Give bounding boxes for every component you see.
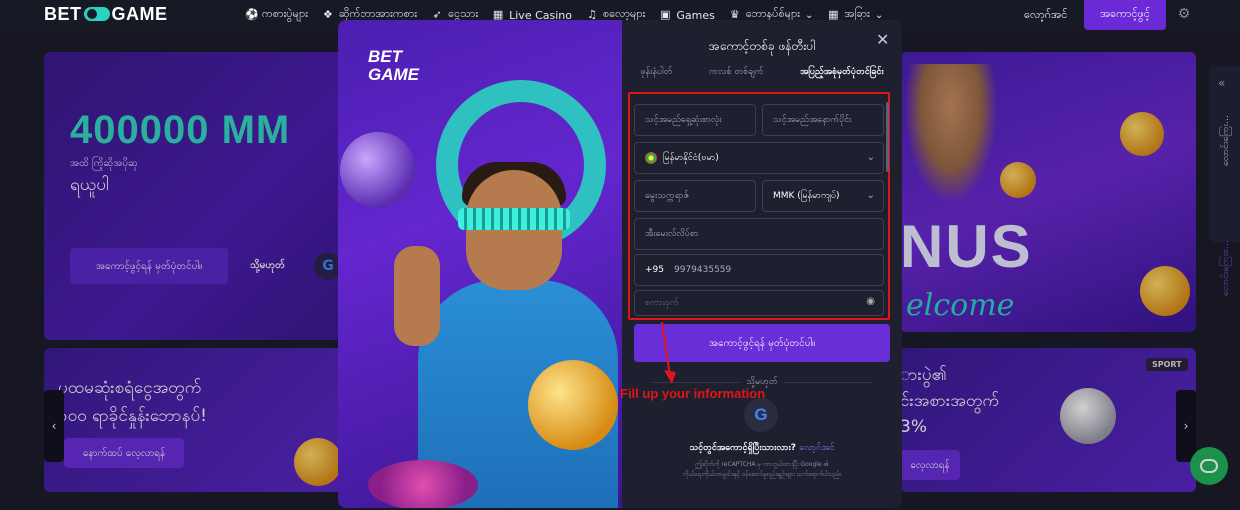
annotation-text: Fill up your information (620, 386, 766, 401)
close-icon[interactable]: ✕ (876, 30, 889, 49)
registration-modal: BET GAME အကောင့်တစ်ခု ဖန်တီးပါ ✕ ဖုန်းနံ… (338, 20, 902, 508)
form-title: အကောင့်တစ်ခု ဖန်တီးပါ (708, 39, 816, 53)
smiling-man-image (418, 162, 618, 508)
chevron-down-icon: ⌄ (866, 152, 875, 163)
myanmar-flag-icon (645, 152, 657, 164)
face (466, 170, 562, 290)
recaptcha-notice: ဤဆိုက်ကို reCAPTCHA မှ ကာကွယ်ထားပြီး Goo… (642, 460, 882, 480)
phone-value: 9979435559 (674, 265, 732, 275)
modal-promo-art: BET GAME (338, 20, 622, 508)
tab-one-click[interactable]: ကလစ် တစ်ချက် (709, 66, 763, 79)
have-account-question: သင့်တွင်အကောင့်ရှိပြီးသားလား? (689, 443, 796, 453)
peace-sign-hand (394, 246, 440, 346)
birthdate-placeholder: မွေးသက္ကရာဇ် (645, 190, 690, 201)
annotation-arrow-head (664, 370, 676, 384)
modal-logo-line-2: GAME (368, 65, 419, 84)
currency-value: MMK (မြန်မာကျပ်) (773, 190, 840, 201)
logo-on-toggle-icon (83, 7, 110, 21)
party-glasses (458, 208, 570, 230)
registration-tabs: ဖုန်းနံပါတ် ကလစ် တစ်ချက် အပြည့်အစုံမှတ်ပ… (622, 66, 902, 79)
last-name-placeholder: သင့်အမည်အနောက်ပိုင်း (773, 114, 852, 125)
annotation-arrow-line (661, 321, 671, 377)
tab-phone[interactable]: ဖုန်းနံပါတ် (640, 66, 672, 79)
modal-login-link[interactable]: လော့ဂ်အင် (799, 443, 834, 453)
phone-field[interactable]: +95 9979435559 (634, 254, 884, 286)
dice-icon: ❖ (322, 8, 333, 21)
eye-icon[interactable]: ◉ (866, 296, 875, 307)
form-scrollbar[interactable] (886, 102, 889, 172)
recaptcha-line-2: ကိုယ်ရေးကိုယ်တာမူဝါဒနှင့် ဝန်ဆောင်မှုစည်… (682, 471, 842, 478)
modal-logo: BET GAME (368, 48, 419, 84)
have-account-text: သင့်တွင်အကောင့်ရှိပြီးသားလား? လော့ဂ်အင် (622, 442, 902, 455)
password-placeholder: စကားဝှက် (645, 297, 679, 308)
logo-text-bet: BET (44, 4, 82, 24)
recaptcha-line-1: ဤဆိုက်ကို reCAPTCHA မှ ကာကွယ်ထားပြီး Goo… (695, 461, 829, 468)
password-field[interactable]: စကားဝှက် ◉ (634, 290, 884, 316)
gold-coin-icon (528, 360, 618, 450)
modal-logo-line-1: BET (368, 47, 402, 66)
chevron-down-icon: ⌄ (804, 9, 814, 21)
phone-prefix: +95 (645, 265, 664, 275)
first-name-placeholder: သင့်အမည်ရှေ့ဆုံးစာလုံး (645, 114, 722, 125)
registration-form: အကောင့်တစ်ခု ဖန်တီးပါ ✕ ဖုန်းနံပါတ် ကလစ်… (622, 20, 902, 508)
email-placeholder: အီးမေးလ်လိပ်စာ (645, 228, 699, 239)
settings-gear-icon[interactable]: ⚙ (1176, 6, 1192, 22)
first-name-field[interactable]: သင့်အမည်ရှေ့ဆုံးစာလုံး (634, 104, 756, 136)
country-select[interactable]: မြန်မာနိုင်ငံ(ဗမာ) ⌄ (634, 142, 884, 174)
login-link[interactable]: လော့ဂ်အင် (1024, 8, 1067, 24)
chevron-down-icon: ⌄ (874, 9, 884, 21)
soccer-ball-icon (340, 132, 416, 208)
soccer-ball-icon: ⚽ (245, 8, 259, 21)
currency-select[interactable]: MMK (မြန်မာကျပ်) ⌄ (762, 180, 884, 212)
google-signup-icon[interactable]: G (744, 398, 778, 432)
country-value: မြန်မာနိုင်ငံ(ဗမာ) (663, 152, 719, 163)
email-field[interactable]: အီးမေးလ်လိပ်စာ (634, 218, 884, 250)
casino-chip-icon (368, 460, 478, 508)
annotation-arrow-icon (661, 321, 676, 384)
birthdate-field[interactable]: မွေးသက္ကရာဇ် (634, 180, 756, 212)
last-name-field[interactable]: သင့်အမည်အနောက်ပိုင်း (762, 104, 884, 136)
register-button[interactable]: အကောင့်ဖွင့် (1084, 0, 1166, 30)
nav-item-label: ကစားပွဲများ (262, 7, 308, 20)
chevron-down-icon: ⌄ (866, 190, 875, 201)
logo-text-game: GAME (111, 4, 168, 24)
nav-item-0[interactable]: ⚽ ကစားပွဲများ (245, 7, 308, 23)
site-logo[interactable]: BET GAME (44, 4, 168, 25)
tab-full-registration[interactable]: အပြည့်အစုံမှတ်ပုံတင်ခြင်း (800, 66, 884, 79)
